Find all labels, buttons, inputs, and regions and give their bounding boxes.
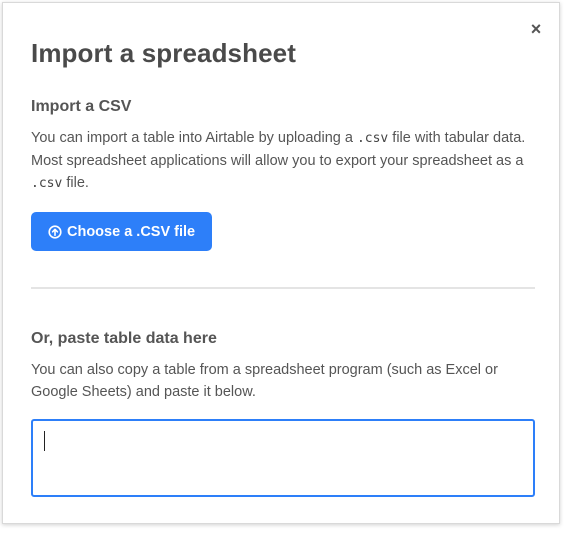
paste-section-description: You can also copy a table from a spreads… bbox=[31, 362, 498, 400]
section-divider bbox=[31, 287, 535, 289]
import-spreadsheet-dialog: × Import a spreadsheet Import a CSV You … bbox=[2, 2, 560, 524]
csv-desc-code-1: .csv bbox=[356, 131, 389, 146]
choose-csv-file-button[interactable]: Choose a .CSV file bbox=[31, 212, 213, 251]
csv-section-heading: Import a CSV bbox=[31, 98, 132, 115]
choose-csv-file-label: Choose a .CSV file bbox=[67, 223, 196, 240]
close-button[interactable]: × bbox=[527, 20, 545, 38]
text-caret bbox=[44, 431, 45, 451]
csv-desc-text-1: You can import a table into Airtable by … bbox=[31, 130, 357, 146]
csv-desc-text-3: file. bbox=[62, 175, 89, 191]
paste-section-heading: Or, paste table data here bbox=[31, 330, 217, 347]
upload-circle-icon bbox=[48, 224, 62, 239]
paste-table-data-input[interactable] bbox=[31, 419, 535, 497]
csv-section-description: You can import a table into Airtable by … bbox=[31, 127, 541, 195]
dialog-title: Import a spreadsheet bbox=[31, 38, 296, 68]
csv-desc-code-2: .csv bbox=[31, 176, 63, 191]
